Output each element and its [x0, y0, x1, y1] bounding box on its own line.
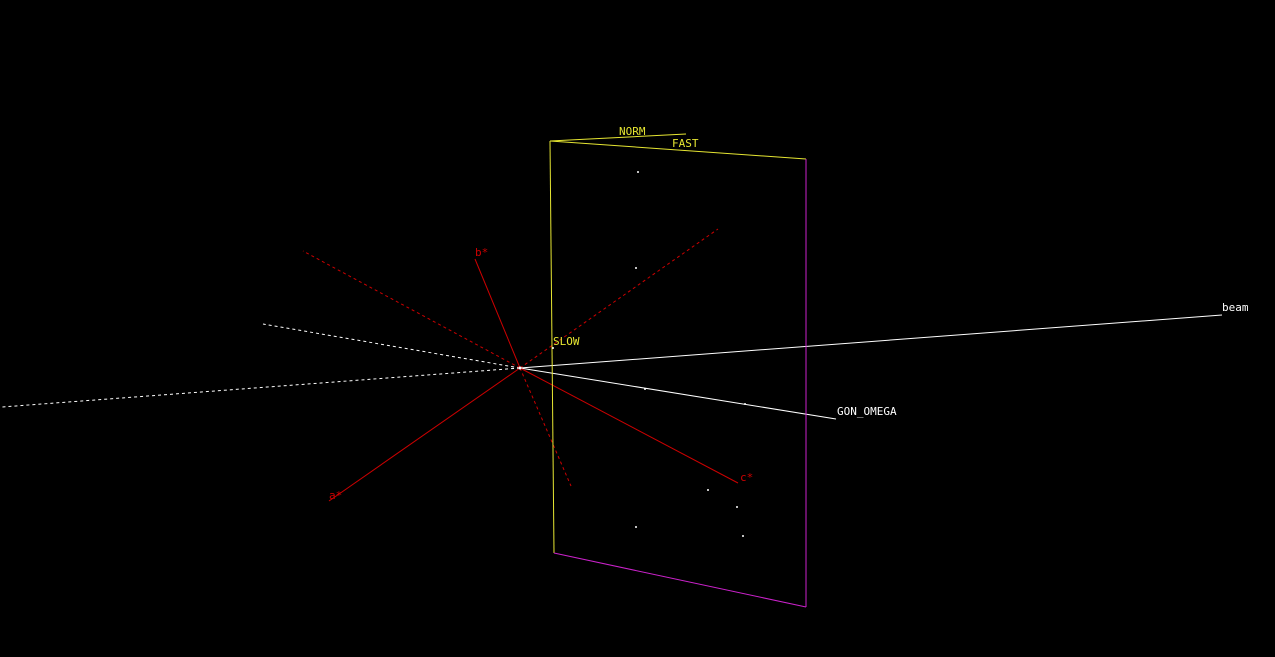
norm-label: NORM: [619, 125, 646, 138]
fast-label: FAST: [672, 137, 699, 150]
beam-axis: [1, 314, 1223, 408]
spot: [744, 403, 746, 405]
diffraction-spots: [552, 171, 746, 537]
3d-geometry-viewer[interactable]: beam GON_OMEGA a* b* c* NORM FAST SLOW: [0, 0, 1275, 652]
b-star-axis: [474, 258, 521, 369]
spot: [707, 489, 709, 491]
spot: [736, 506, 738, 508]
gon-omega-label: GON_OMEGA: [837, 405, 897, 418]
a-star-axis: [328, 367, 521, 502]
detector-bottom-edge: [553, 552, 807, 608]
beam-axis-negative: [1, 367, 521, 408]
spot: [637, 171, 639, 173]
spot: [635, 267, 637, 269]
slow-label: SLOW: [553, 335, 580, 348]
a-star-label: a*: [329, 489, 342, 502]
beam-label: beam: [1222, 301, 1249, 314]
scene-canvas[interactable]: beam GON_OMEGA a* b* c* NORM FAST SLOW: [0, 0, 1275, 652]
a-star-axis-negative: [519, 228, 719, 369]
spot: [644, 388, 646, 390]
b-star-axis-negative: [519, 367, 572, 487]
c-star-axis-negative: [302, 250, 521, 369]
spot: [742, 535, 744, 537]
goniometer-omega-axis: [262, 323, 837, 420]
detector-panel: [549, 133, 807, 608]
omega-axis-negative: [262, 323, 521, 369]
spot: [635, 526, 637, 528]
reciprocal-axes: [302, 228, 739, 502]
beam-axis-positive: [519, 314, 1223, 369]
b-star-label: b*: [475, 246, 488, 259]
origin-point: [518, 366, 522, 370]
c-star-label: c*: [740, 471, 753, 484]
detector-normal-vector: [549, 133, 687, 142]
